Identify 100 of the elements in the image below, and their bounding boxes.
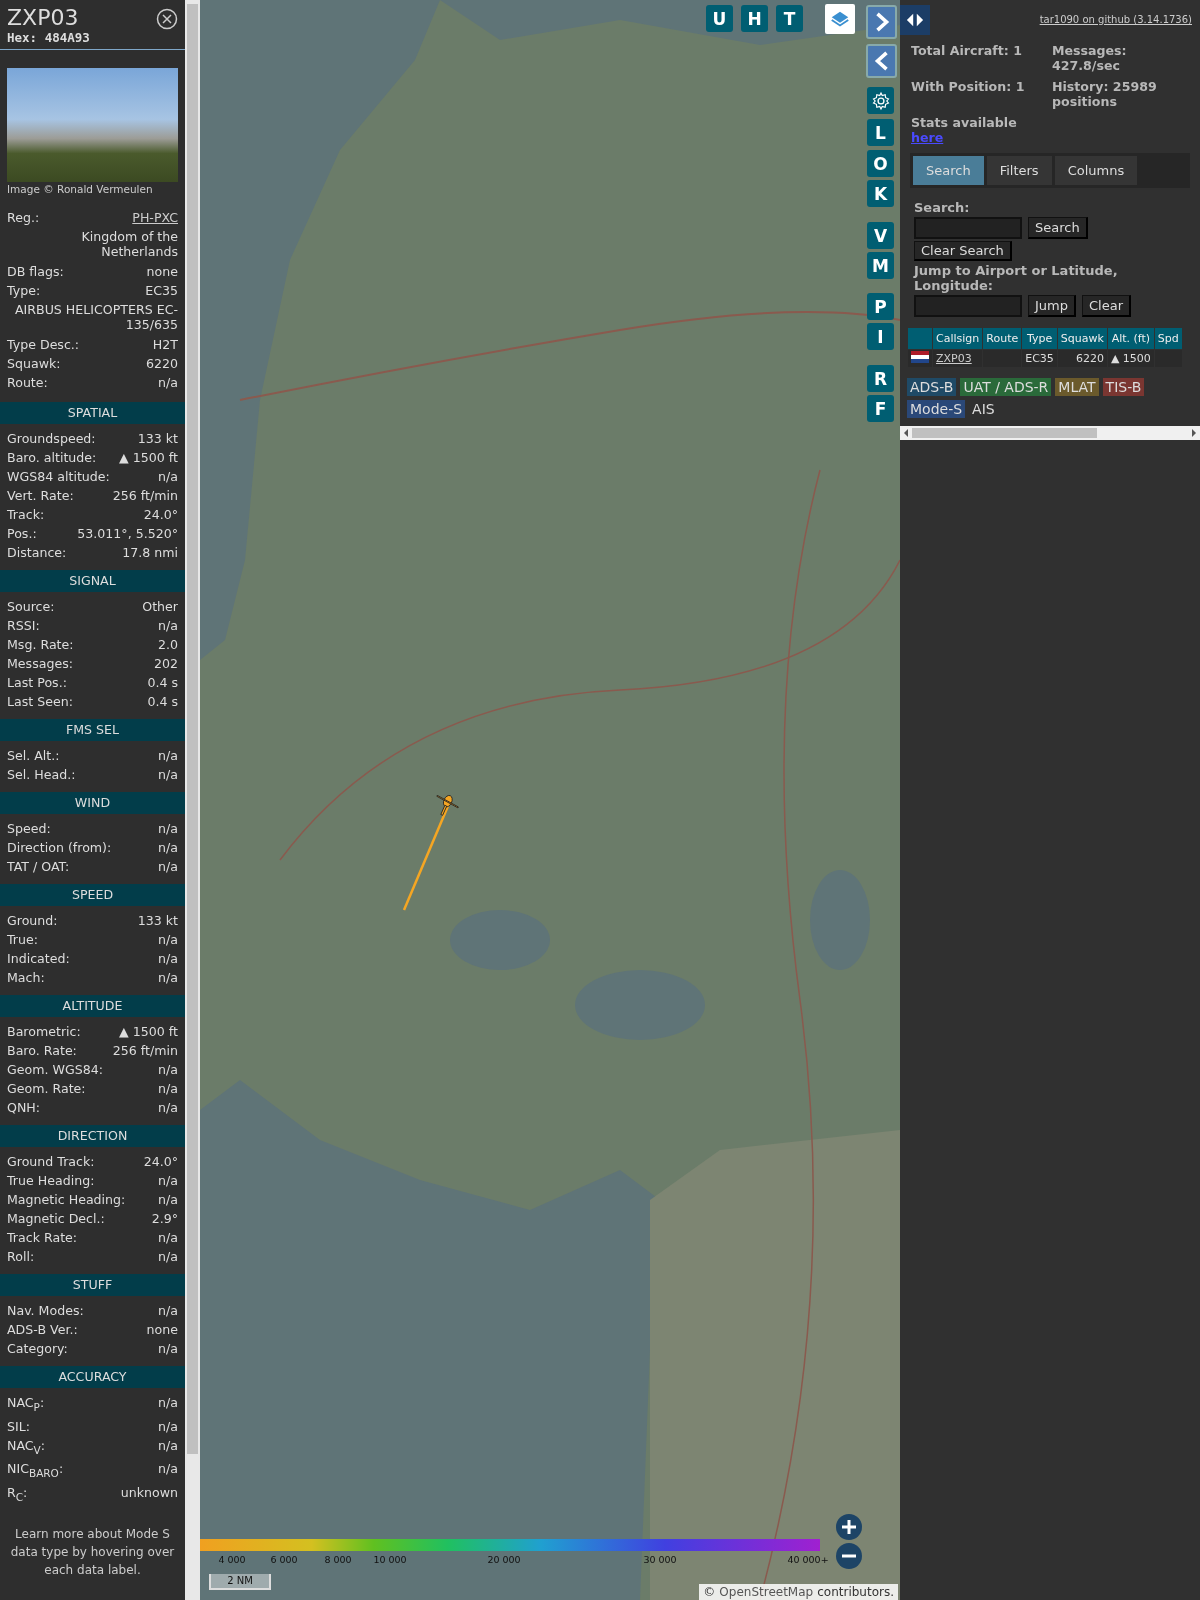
map-toggle-button[interactable]: L: [867, 119, 894, 146]
attribution-link[interactable]: OpenStreetMap: [719, 1585, 814, 1599]
settings-icon: [870, 90, 891, 111]
map-toggle-button[interactable]: H: [741, 5, 768, 32]
info-value: n/a: [158, 1061, 178, 1079]
scale-bar: 2 NM: [209, 1574, 271, 1590]
info-label: True:: [7, 931, 38, 949]
legend-label: 40 000+: [787, 1554, 829, 1565]
column-header[interactable]: Spd: [1154, 328, 1182, 349]
info-value: 2.0: [157, 636, 178, 654]
info-label: Mach:: [7, 969, 45, 987]
info-value: unknown: [120, 1483, 178, 1502]
clear-search-button[interactable]: Clear Search: [914, 241, 1012, 261]
previous-button[interactable]: [866, 44, 897, 78]
info-label: SIL:: [7, 1417, 30, 1436]
info-label: Last Pos.:: [7, 674, 67, 692]
map-toggle-button[interactable]: K: [867, 180, 894, 207]
info-label: Speed:: [7, 820, 51, 838]
legend-label: 8 000: [324, 1554, 352, 1565]
info-label: R$_{C}$:: [7, 1483, 28, 1505]
info-label: ADS-B Ver.:: [7, 1321, 78, 1339]
info-value: Kingdom of the Netherlands: [80, 228, 178, 261]
info-label: Roll:: [7, 1248, 35, 1266]
column-header[interactable]: Alt. (ft): [1107, 328, 1154, 349]
source-tag: TIS-B: [1102, 378, 1145, 396]
info-value: n/a: [158, 617, 178, 635]
info-value: n/a: [158, 950, 178, 968]
panel-tab[interactable]: Filters: [986, 156, 1052, 185]
column-header[interactable]: Squawk: [1057, 328, 1107, 349]
registration-link[interactable]: PH-PXC: [132, 208, 178, 227]
info-label: WGS84 altitude:: [7, 468, 110, 486]
info-label: Barometric:: [7, 1023, 81, 1041]
info-value: Other: [142, 598, 178, 616]
info-label: Track:: [7, 506, 45, 524]
table-cell: ▲ 1500: [1107, 350, 1154, 367]
info-value: n/a: [158, 1172, 178, 1190]
info-value: 133 kt: [137, 912, 178, 930]
source-tag: MLAT: [1055, 378, 1099, 396]
zoom-out-button[interactable]: [836, 1543, 862, 1569]
info-label: Pos.:: [7, 525, 37, 543]
info-value: n/a: [158, 1394, 178, 1412]
photo-credit: Image © Ronald Vermeulen: [6, 182, 154, 196]
section-header: SIGNAL: [0, 570, 185, 592]
column-header[interactable]: Type: [1022, 328, 1057, 349]
map-toggle-button[interactable]: R: [867, 365, 894, 392]
clear-button[interactable]: Clear: [1082, 295, 1131, 317]
layers-button[interactable]: [825, 4, 855, 34]
zoom-in-button[interactable]: [836, 1514, 862, 1540]
scrollbar[interactable]: [900, 426, 1200, 440]
map-toggle-button[interactable]: T: [776, 5, 803, 32]
close-icon[interactable]: [156, 8, 178, 30]
info-value: n/a: [158, 1248, 178, 1266]
jump-button[interactable]: Jump: [1028, 295, 1076, 317]
info-value: n/a: [158, 1099, 178, 1117]
info-label: NAC$_{P}$:: [7, 1394, 45, 1415]
panel-tab[interactable]: Columns: [1054, 156, 1138, 185]
search-field[interactable]: [914, 217, 1022, 239]
info-label: Direction (from):: [7, 839, 112, 857]
info-label: Distance:: [7, 544, 67, 562]
info-value: n/a: [158, 374, 178, 392]
scrollbar[interactable]: [185, 0, 200, 1600]
info-value: 133 kt: [137, 430, 178, 448]
info-label: Vert. Rate:: [7, 487, 74, 505]
stats-text: Stats available: [911, 115, 1017, 130]
info-value: n/a: [158, 1302, 178, 1320]
map-toggle-button[interactable]: F: [867, 395, 894, 422]
info-value: H2T: [152, 336, 178, 354]
info-value: 2.9°: [151, 1210, 178, 1228]
info-value: 256 ft/min: [112, 1042, 178, 1060]
map-toggle-button[interactable]: M: [867, 252, 894, 279]
jump-field[interactable]: [914, 295, 1022, 317]
info-value: n/a: [158, 839, 178, 857]
map-toggle-button[interactable]: O: [867, 150, 894, 177]
legend-label: 30 000: [643, 1554, 677, 1565]
info-label: Route:: [7, 374, 48, 392]
info-label: Squawk:: [7, 355, 61, 373]
map-toggle-button[interactable]: U: [706, 5, 733, 32]
info-label: Ground:: [7, 912, 58, 930]
map-toggle-button[interactable]: I: [867, 323, 894, 350]
stat-text: Messages: 427.8/sec: [1052, 43, 1128, 73]
settings-button[interactable]: [867, 87, 894, 114]
info-label: Baro. altitude:: [7, 449, 97, 467]
info-label: Reg.:: [7, 209, 40, 227]
map-toggle-button[interactable]: P: [867, 293, 894, 320]
info-label: Geom. Rate:: [7, 1080, 86, 1098]
table-cell: EC35: [1022, 350, 1057, 367]
info-value: none: [146, 1321, 178, 1339]
column-header[interactable]: Route: [983, 328, 1022, 349]
info-label: Source:: [7, 598, 55, 616]
search-button[interactable]: Search: [1028, 217, 1088, 239]
map-toggle-button[interactable]: V: [867, 222, 894, 249]
jump-label: Jump to Airport or Latitude, Longitude:: [914, 263, 1119, 293]
column-header[interactable]: Callsign: [933, 328, 983, 349]
section-header: ACCURACY: [0, 1366, 185, 1388]
next-button[interactable]: [866, 5, 897, 39]
sidebar-toggle-button[interactable]: [900, 5, 930, 35]
info-value: 202: [153, 655, 178, 673]
info-label: True Heading:: [7, 1172, 95, 1190]
github-link[interactable]: tar1090 on github (3.14.1736): [1039, 14, 1192, 25]
stat-text: Total Aircraft: 1: [911, 43, 1023, 60]
